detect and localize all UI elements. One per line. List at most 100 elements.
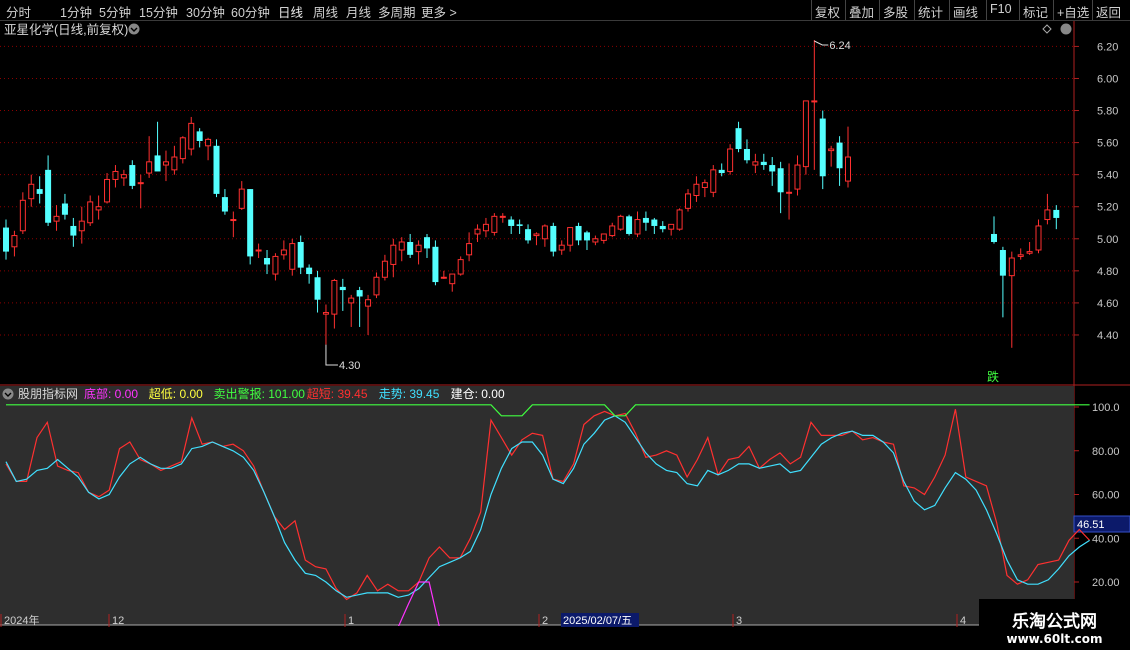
candle-body (112, 170, 119, 180)
toolbar-tab-0[interactable]: 分时 (6, 2, 31, 21)
candle-body (786, 191, 793, 194)
candle-body (634, 219, 641, 235)
toolbar-separator (986, 0, 987, 20)
candle-body (280, 249, 287, 256)
candle-body (120, 174, 127, 179)
candle-body (592, 238, 599, 243)
price-tick-label-8: 4.60 (1097, 298, 1118, 310)
candle-body (558, 244, 565, 251)
toolbar-button-0[interactable]: 复权 (815, 2, 840, 21)
toolbar-tab-10[interactable]: 更多 > (421, 2, 457, 21)
toolbar-separator (1053, 0, 1054, 20)
candle-body (306, 267, 313, 275)
price-tick-label-0: 6.20 (1097, 41, 1118, 53)
candle-body (188, 122, 195, 150)
date-label-1: 12 (112, 615, 124, 627)
toolbar-button-8[interactable]: 返回 (1096, 2, 1121, 21)
toolbar-tab-6[interactable]: 日线 (278, 2, 303, 21)
candle-body (415, 244, 422, 253)
candle-body (314, 277, 321, 300)
candle-body (322, 312, 329, 315)
candle-body (348, 297, 355, 304)
toolbar-button-5[interactable]: F10 (990, 2, 1012, 16)
candle-body (390, 244, 397, 265)
toolbar-tab-3[interactable]: 15分钟 (139, 2, 178, 21)
toolbar-button-3[interactable]: 统计 (918, 2, 943, 21)
candle-body (11, 235, 18, 248)
candle-body (743, 149, 750, 161)
date-label-4: 2025/02/07/五 (563, 615, 632, 627)
candle-body (525, 229, 532, 241)
candle-body (718, 169, 725, 174)
toolbar-tab-9[interactable]: 多周期 (378, 2, 416, 21)
candle-body (129, 165, 136, 186)
candle-body (146, 161, 153, 174)
candle-body (642, 217, 649, 223)
candle-body (19, 199, 26, 232)
candle-body (61, 203, 68, 215)
toolbar-separator (1019, 0, 1020, 20)
candle-body (668, 223, 675, 230)
candle-body (3, 227, 9, 252)
toolbar-tab-4[interactable]: 30分钟 (186, 2, 225, 21)
high-price-label: 6.24 (829, 40, 850, 52)
toolbar-separator (1092, 0, 1093, 20)
candle-body (836, 142, 843, 169)
toolbar-separator (949, 0, 950, 20)
watermark-title: 乐淘公式网 (1012, 612, 1097, 632)
toolbar-button-6[interactable]: 标记 (1023, 2, 1048, 21)
legend-item-1: 超低: 0.00 (149, 386, 203, 401)
toolbar-button-4[interactable]: 画线 (953, 2, 978, 21)
candle-body (516, 224, 523, 226)
toolbar-button-2[interactable]: 多股 (883, 2, 908, 21)
candle-body (104, 178, 111, 203)
candle-body (1017, 254, 1024, 257)
candle-body (508, 219, 515, 226)
candle-body (137, 182, 144, 185)
candle-body (769, 165, 776, 172)
toolbar-tab-8[interactable]: 月线 (346, 2, 371, 21)
toolbar-tab-2[interactable]: 5分钟 (99, 2, 131, 21)
main-plot-bg (0, 21, 1074, 385)
candle-body (685, 193, 692, 209)
toolbar-separator (914, 0, 915, 20)
candle-body (999, 250, 1006, 276)
date-label-5: 3 (736, 615, 742, 627)
candle-body (752, 161, 759, 166)
period-toolbar: 分时 1分钟 5分钟 15分钟 30分钟 60分钟 日线 周线 月线 多周期 更多 > 复权 叠加 多股统… (0, 0, 1130, 21)
toolbar-button-1[interactable]: 叠加 (849, 2, 874, 21)
toolbar-separator (811, 0, 812, 20)
candle-body (36, 189, 43, 194)
candle-body (381, 260, 388, 278)
toolbar-button-7[interactable]: +自选 (1057, 2, 1089, 21)
candle-body (247, 189, 254, 257)
candle-body (457, 259, 464, 275)
candle-body (424, 237, 430, 249)
candle-body (45, 169, 52, 223)
date-label-2: 1 (348, 615, 354, 627)
candle-body (567, 227, 574, 246)
candle-body (550, 225, 557, 252)
price-tick-label-6: 5.00 (1097, 234, 1118, 246)
candle-body (162, 161, 169, 166)
candle-body (474, 228, 481, 235)
legend-item-5: 建仓: 0.00 (451, 387, 505, 401)
candle-body (617, 215, 624, 230)
main-collapse-icon (1060, 23, 1072, 35)
toolbar-tab-5[interactable]: 60分钟 (231, 2, 270, 21)
indicator-tick-label-0: 100.0 (1092, 402, 1120, 414)
candle-body (213, 145, 220, 194)
toolbar-tab-7[interactable]: 周线 (313, 2, 338, 21)
candle-body (1053, 209, 1060, 218)
date-label-6: 4 (960, 615, 966, 627)
legend-item-4: 走势: 39.45 (379, 387, 440, 401)
indicator-dropdown-icon (2, 388, 14, 400)
toolbar-tab-1[interactable]: 1分钟 (60, 2, 92, 21)
candle-body (28, 183, 35, 200)
candle-body (802, 100, 809, 168)
candle-body (339, 286, 346, 291)
candle-body (1026, 251, 1033, 254)
candle-body (70, 225, 77, 236)
candle-body (845, 156, 851, 182)
candle-body (794, 164, 801, 190)
